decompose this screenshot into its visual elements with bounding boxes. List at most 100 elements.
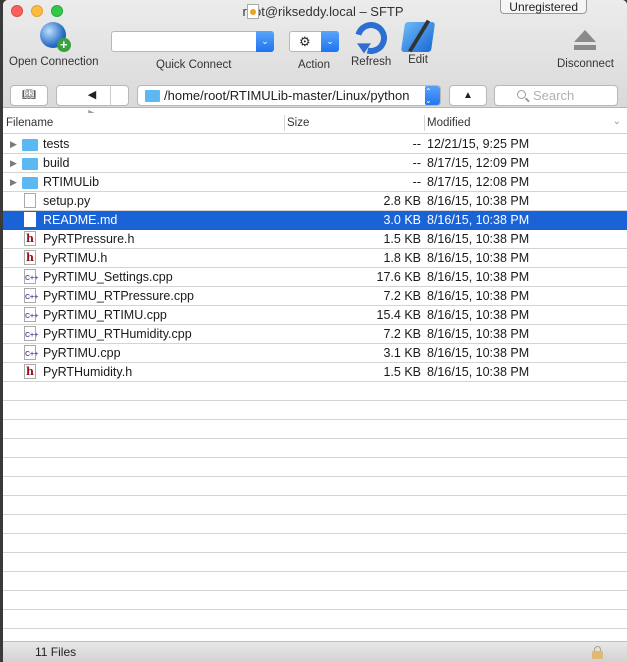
empty-row [3, 572, 627, 591]
empty-row [3, 401, 627, 420]
cpp-file-icon: C++ [24, 326, 38, 341]
file-size: -- [412, 156, 421, 170]
quick-connect-combobox[interactable]: ⌄ [111, 31, 274, 52]
file-name: PyRTIMU_RTHumidity.cpp [43, 327, 192, 341]
search-placeholder: Search [533, 88, 575, 103]
file-row[interactable]: setup.py 2.8 KB 8/16/15, 10:38 PM [3, 192, 627, 211]
file-modified: 8/16/15, 10:38 PM [427, 194, 530, 208]
open-connection-button[interactable]: + Open Connection [9, 22, 99, 68]
action-label: Action [298, 59, 330, 71]
empty-row [3, 610, 627, 629]
path-text: /home/root/RTIMULib-master/Linux/python [164, 88, 410, 103]
search-icon [517, 90, 526, 99]
file-modified: 8/16/15, 10:38 PM [427, 232, 530, 246]
file-count: 11 Files [35, 645, 77, 659]
sftp-window: root@rikseddy.local – SFTP Unregistered … [3, 0, 627, 662]
file-name: PyRTIMU_Settings.cpp [43, 270, 173, 284]
cpp-file-icon: C++ [24, 307, 38, 322]
file-row[interactable]: C++ PyRTIMU_Settings.cpp 17.6 KB 8/16/15, 1… [3, 268, 627, 287]
file-modified: 8/17/15, 12:08 PM [427, 175, 530, 189]
empty-row [3, 420, 627, 439]
document-icon [24, 212, 36, 227]
file-size: 1.5 KB [383, 365, 421, 379]
empty-row [3, 515, 627, 534]
column-divider[interactable] [424, 115, 425, 131]
empty-row [3, 591, 627, 610]
file-size: -- [412, 175, 421, 189]
sort-chevron-icon[interactable]: ⌄ [613, 116, 621, 127]
empty-row [3, 496, 627, 515]
disclosure-triangle-icon[interactable]: ▶ [10, 154, 17, 172]
edit-button[interactable]: Edit [400, 22, 436, 66]
refresh-button[interactable]: Refresh [349, 16, 393, 68]
file-row[interactable]: README.md 3.0 KB 8/16/15, 10:38 PM [3, 211, 627, 230]
header-file-icon: h [24, 231, 36, 246]
file-size: 15.4 KB [376, 308, 421, 322]
quick-connect-label: Quick Connect [156, 59, 232, 71]
file-modified: 8/17/15, 12:09 PM [427, 156, 530, 170]
file-name: PyRTIMU_RTPressure.cpp [43, 289, 194, 303]
file-size: 1.8 KB [383, 251, 421, 265]
file-row[interactable]: C++ PyRTIMU_RTPressure.cpp 7.2 KB 8/16/15, … [3, 287, 627, 306]
file-row[interactable]: ▶ tests -- 12/21/15, 9:25 PM [3, 135, 627, 154]
file-row[interactable]: ▶ RTIMULib -- 8/17/15, 12:08 PM [3, 173, 627, 192]
back-button[interactable]: ◀ [75, 86, 111, 105]
parent-directory-button[interactable]: ▲ [449, 85, 487, 106]
column-filename[interactable]: Filename [6, 117, 53, 129]
file-name: build [43, 156, 70, 170]
file-row[interactable]: ▶ build -- 8/17/15, 12:09 PM [3, 154, 627, 173]
header-file-icon: h [24, 250, 36, 265]
column-modified[interactable]: Modified [427, 117, 470, 129]
file-size: -- [412, 137, 421, 151]
search-field[interactable]: Search [494, 85, 618, 106]
document-icon [24, 193, 36, 208]
lock-icon[interactable] [592, 646, 603, 659]
file-row[interactable]: C++ PyRTIMU.cpp 3.1 KB 8/16/15, 10:38 PM [3, 344, 627, 363]
edit-label: Edit [408, 54, 428, 66]
file-modified: 8/16/15, 10:38 PM [427, 251, 530, 265]
column-size[interactable]: Size [287, 117, 309, 129]
chevron-down-icon[interactable]: ⌄ [256, 31, 274, 52]
disclosure-triangle-icon[interactable]: ▶ [10, 173, 17, 191]
path-popup-button[interactable]: /home/root/RTIMULib-master/Linux/python … [137, 85, 441, 106]
file-modified: 8/16/15, 10:38 PM [427, 308, 530, 322]
file-size: 7.2 KB [383, 327, 421, 341]
file-row[interactable]: C++ PyRTIMU_RTIMU.cpp 15.4 KB 8/16/15, 10:3… [3, 306, 627, 325]
titlebar-toolbar: root@rikseddy.local – SFTP Unregistered … [3, 0, 627, 120]
file-size: 2.8 KB [383, 194, 421, 208]
file-modified: 12/21/15, 9:25 PM [427, 137, 530, 151]
file-name: README.md [43, 213, 118, 227]
xcode-hammer-icon [400, 22, 436, 52]
disconnect-button[interactable]: Disconnect [557, 28, 614, 70]
open-connection-label: Open Connection [9, 56, 99, 68]
empty-row [3, 477, 627, 496]
file-row[interactable]: h PyRTPressure.h 1.5 KB 8/16/15, 10:38 PM [3, 230, 627, 249]
eject-icon [573, 28, 597, 52]
disclosure-triangle-icon[interactable]: ▶ [10, 135, 17, 153]
file-modified: 8/16/15, 10:38 PM [427, 327, 530, 341]
up-down-chevron-icon: ⌃ ⌄ [425, 86, 440, 105]
file-row[interactable]: h PyRTHumidity.h 1.5 KB 8/16/15, 10:38 PM [3, 363, 627, 382]
disconnect-label: Disconnect [557, 58, 614, 70]
file-modified: 8/16/15, 10:38 PM [427, 289, 530, 303]
bookmarks-button[interactable]: 📖︎ [10, 85, 48, 106]
file-row[interactable]: C++ PyRTIMU_RTHumidity.cpp 7.2 KB 8/16/15, … [3, 325, 627, 344]
document-proxy-icon [247, 4, 260, 19]
navigation-bar: 📖︎ ◀▶ /home/root/RTIMULib-master/Linux/p… [3, 85, 627, 120]
file-size: 7.2 KB [383, 289, 421, 303]
column-divider[interactable] [284, 115, 285, 131]
file-row[interactable]: h PyRTIMU.h 1.8 KB 8/16/15, 10:38 PM [3, 249, 627, 268]
file-list: ▶ tests -- 12/21/15, 9:25 PM ▶ build -- 8/17/15… [3, 135, 627, 629]
empty-row [3, 458, 627, 477]
file-name: RTIMULib [43, 175, 100, 189]
action-popup-button[interactable]: ⚙ ⌄ [289, 31, 339, 52]
unregistered-badge[interactable]: Unregistered [500, 0, 587, 14]
folder-icon [22, 177, 38, 189]
cpp-file-icon: C++ [24, 288, 38, 303]
status-bar: 11 Files [3, 641, 627, 662]
folder-icon [145, 90, 160, 102]
book-icon: 📖︎ [22, 89, 36, 101]
chevron-down-icon: ⌄ [321, 31, 339, 52]
file-name: PyRTIMU.h [43, 251, 108, 265]
file-size: 1.5 KB [383, 232, 421, 246]
